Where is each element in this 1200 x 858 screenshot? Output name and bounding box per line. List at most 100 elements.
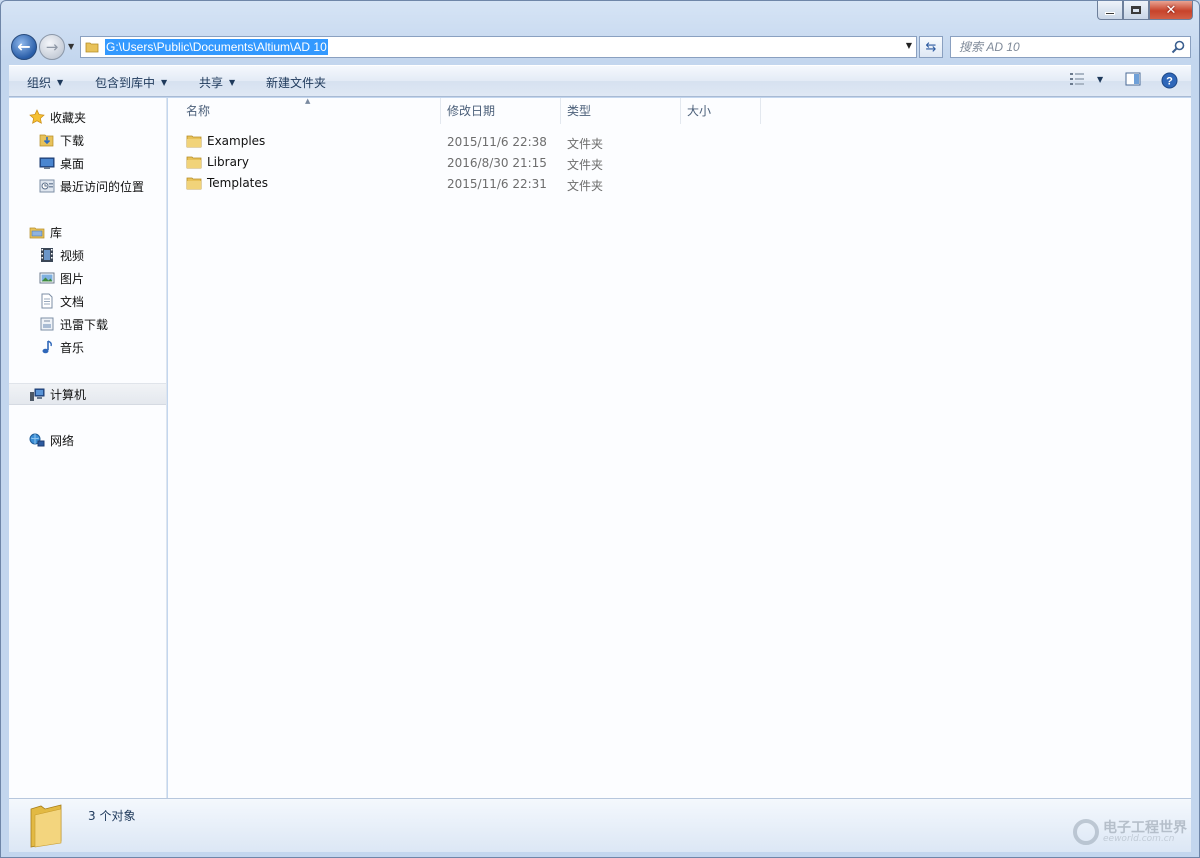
- view-options[interactable]: ▼: [1069, 72, 1103, 86]
- sidebar-item-network[interactable]: 网络: [9, 429, 166, 451]
- sidebar-item-recent-places[interactable]: 最近访问的位置: [9, 175, 166, 197]
- column-header-row: 名称 ▲ 修改日期 类型 大小: [168, 97, 1191, 124]
- watermark-subtitle: eeworld.com.cn: [1103, 834, 1175, 844]
- pictures-icon: [39, 270, 55, 286]
- sidebar-item-label: 桌面: [60, 156, 85, 171]
- close-icon: ✕: [1165, 2, 1177, 18]
- address-bar[interactable]: G:\Users\Public\Documents\Altium\AD 10 ▼: [80, 36, 917, 58]
- refresh-icon: ⇆: [925, 39, 937, 55]
- sidebar-item-label: 文档: [60, 294, 85, 309]
- sidebar-item-label: 迅雷下载: [60, 317, 109, 332]
- explorer-window: ✕ ← → ▼ G:\Users\Public\Documents\Altium…: [0, 0, 1200, 858]
- preview-pane-button[interactable]: [1125, 72, 1141, 86]
- documents-icon: [39, 293, 55, 309]
- back-arrow-icon: ←: [17, 37, 31, 56]
- column-date-label: 修改日期: [447, 104, 496, 118]
- sidebar-item-pictures[interactable]: 图片: [9, 267, 166, 289]
- navigation-pane: 收藏夹 下载 桌面 最近访问的位置 库 视频 图片 文档 迅雷下载 音乐 计算机…: [9, 98, 167, 798]
- sidebar-item-label: 网络: [50, 433, 75, 448]
- download-folder-icon: [39, 132, 55, 148]
- column-header-name[interactable]: 名称: [180, 98, 441, 124]
- search-box[interactable]: [950, 36, 1191, 58]
- help-icon: ?: [1161, 72, 1178, 89]
- maximize-button[interactable]: [1123, 1, 1149, 20]
- organize-menu[interactable]: 组织 ▼: [27, 74, 63, 91]
- preview-pane-icon: [1125, 72, 1141, 86]
- search-input[interactable]: [951, 37, 1151, 57]
- music-icon: [39, 339, 55, 355]
- details-status-bar: 3 个对象 电子工程世界 eeworld.com.cn: [9, 798, 1191, 852]
- minimize-button[interactable]: [1097, 1, 1123, 20]
- forward-button[interactable]: →: [39, 34, 65, 60]
- sidebar-item-thunder-downloads[interactable]: 迅雷下载: [9, 313, 166, 335]
- large-folder-icon: [30, 804, 62, 848]
- sidebar-item-videos[interactable]: 视频: [9, 244, 166, 266]
- file-row[interactable]: Library 2016/8/30 21:15 文件夹: [168, 152, 1191, 173]
- network-icon: [29, 432, 45, 448]
- back-button[interactable]: ←: [11, 34, 37, 60]
- file-name: Library: [207, 155, 249, 169]
- folder-icon: [186, 156, 202, 169]
- sidebar-item-label: 图片: [60, 271, 85, 286]
- command-toolbar: 组织 ▼ 包含到库中 ▼ 共享 ▼ 新建文件夹 ▼ ?: [9, 65, 1191, 97]
- sort-ascending-icon: ▲: [305, 97, 311, 105]
- file-type: 文件夹: [567, 179, 604, 193]
- watermark-logo: 电子工程世界 eeworld.com.cn: [1073, 819, 1187, 845]
- file-name-cell[interactable]: Library: [186, 155, 249, 169]
- sidebar-item-label: 音乐: [60, 340, 85, 355]
- file-name: Examples: [207, 134, 266, 148]
- forward-arrow-icon: →: [45, 37, 59, 56]
- sidebar-item-music[interactable]: 音乐: [9, 336, 166, 358]
- address-path[interactable]: G:\Users\Public\Documents\Altium\AD 10: [105, 39, 328, 55]
- new-folder-button[interactable]: 新建文件夹: [266, 74, 326, 91]
- refresh-button[interactable]: ⇆: [919, 36, 943, 58]
- folder-icon: [85, 42, 99, 53]
- column-type-label: 类型: [567, 104, 592, 118]
- svg-text:?: ?: [1166, 76, 1173, 88]
- sidebar-item-favorites[interactable]: 收藏夹: [9, 106, 166, 128]
- help-button[interactable]: ?: [1161, 72, 1178, 89]
- navigation-bar: ← → ▼ G:\Users\Public\Documents\Altium\A…: [9, 33, 1191, 61]
- sidebar-item-label: 下载: [60, 133, 85, 148]
- chevron-down-icon[interactable]: ▼: [1097, 75, 1103, 84]
- sidebar-item-libraries[interactable]: 库: [9, 221, 166, 243]
- file-date: 2015/11/6 22:31: [447, 177, 547, 191]
- sidebar-item-label: 视频: [60, 248, 85, 263]
- window-controls: ✕: [1097, 1, 1193, 21]
- sidebar-item-computer[interactable]: 计算机: [9, 383, 166, 405]
- folder-icon: [186, 135, 202, 148]
- minimize-icon: [1105, 11, 1115, 15]
- file-name-cell[interactable]: Templates: [186, 176, 268, 190]
- file-date: 2016/8/30 21:15: [447, 156, 547, 170]
- column-header-size[interactable]: 大小: [681, 98, 761, 124]
- search-icon[interactable]: [1170, 39, 1186, 55]
- column-header-date[interactable]: 修改日期: [441, 98, 561, 124]
- column-header-type[interactable]: 类型: [561, 98, 681, 124]
- file-row[interactable]: Templates 2015/11/6 22:31 文件夹: [168, 173, 1191, 194]
- recent-pages-dropdown[interactable]: ▼: [68, 42, 74, 51]
- sidebar-item-desktop[interactable]: 桌面: [9, 152, 166, 174]
- sidebar-item-label: 收藏夹: [50, 110, 87, 125]
- close-button[interactable]: ✕: [1149, 1, 1193, 20]
- include-library-label: 包含到库中: [95, 76, 156, 90]
- file-name-cell[interactable]: Examples: [186, 134, 265, 148]
- library-icon: [29, 224, 45, 240]
- address-dropdown-icon[interactable]: ▼: [906, 41, 912, 50]
- sidebar-item-documents[interactable]: 文档: [9, 290, 166, 312]
- file-row[interactable]: Examples 2015/11/6 22:38 文件夹: [168, 131, 1191, 152]
- video-icon: [39, 247, 55, 263]
- column-name-label: 名称: [186, 104, 211, 118]
- share-menu[interactable]: 共享 ▼: [199, 74, 235, 91]
- thunder-download-icon: [39, 316, 55, 332]
- item-count: 3 个对象: [88, 809, 136, 823]
- chevron-down-icon: ▼: [229, 78, 236, 87]
- file-date: 2015/11/6 22:38: [447, 135, 547, 149]
- file-list-pane: 名称 ▲ 修改日期 类型 大小 Examples 2015/11/6 22:38…: [168, 97, 1191, 798]
- chevron-down-icon: ▼: [161, 78, 168, 87]
- sidebar-item-label: 库: [50, 225, 63, 240]
- sidebar-item-downloads[interactable]: 下载: [9, 129, 166, 151]
- include-in-library-menu[interactable]: 包含到库中 ▼: [95, 74, 167, 91]
- computer-icon: [29, 386, 45, 402]
- sidebar-item-label: 最近访问的位置: [60, 179, 145, 194]
- view-details-icon[interactable]: [1069, 72, 1085, 86]
